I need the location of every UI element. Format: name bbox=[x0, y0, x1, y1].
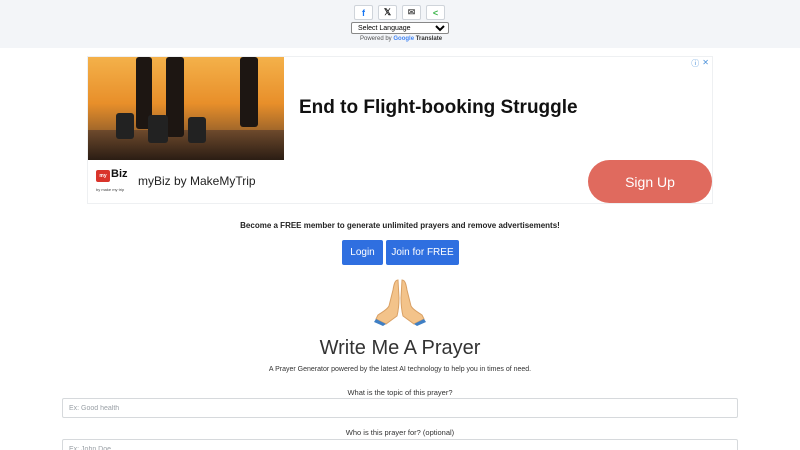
auth-buttons: Login Join for FREE bbox=[342, 240, 459, 265]
ad-close-icon[interactable]: ✕ bbox=[702, 58, 709, 69]
topic-input[interactable] bbox=[62, 398, 738, 418]
share-toolbar: f 𝕏 ✉ < Select Language Powered by Googl… bbox=[0, 0, 800, 48]
recipient-input[interactable] bbox=[62, 439, 738, 450]
ad-info-icon[interactable]: ⓘ bbox=[691, 58, 699, 69]
logo-word: Biz bbox=[111, 168, 128, 180]
ad-headline[interactable]: End to Flight-booking Struggle bbox=[299, 97, 578, 119]
mybiz-logo: my Biz by make my trip bbox=[94, 168, 130, 198]
email-share-icon[interactable]: ✉ bbox=[402, 5, 421, 20]
page-title: Write Me A Prayer bbox=[319, 337, 481, 359]
praying-hands-icon bbox=[374, 279, 426, 326]
google-logo: Google bbox=[393, 36, 415, 42]
language-select[interactable]: Select Language bbox=[351, 22, 449, 34]
ad-travel-photo bbox=[88, 57, 284, 160]
membership-message: Become a FREE member to generate unlimit… bbox=[240, 221, 560, 230]
logo-tag: my bbox=[96, 170, 110, 182]
x-share-icon[interactable]: 𝕏 bbox=[378, 5, 397, 20]
recipient-question-label: Who is this prayer for? (optional) bbox=[345, 428, 455, 437]
logo-byline: by make my trip bbox=[96, 187, 125, 192]
ad-brand-name[interactable]: myBiz by MakeMyTrip bbox=[138, 174, 256, 188]
advertisement[interactable]: End to Flight-booking Struggle my Biz by… bbox=[87, 56, 713, 204]
ad-controls: ⓘ ✕ bbox=[691, 58, 709, 69]
facebook-share-icon[interactable]: f bbox=[354, 5, 373, 20]
join-free-button[interactable]: Join for FREE bbox=[386, 240, 459, 265]
ad-sign-up-button[interactable]: Sign Up bbox=[588, 160, 712, 203]
share-icon[interactable]: < bbox=[426, 5, 445, 20]
login-button[interactable]: Login bbox=[342, 240, 383, 265]
google-translate-credit: Powered by Google Translate bbox=[360, 36, 442, 42]
page-subtitle: A Prayer Generator powered by the latest… bbox=[268, 366, 532, 373]
topic-question-label: What is the topic of this prayer? bbox=[347, 388, 453, 397]
translate-link[interactable]: Translate bbox=[416, 36, 442, 42]
powered-by-label: Powered by bbox=[360, 36, 392, 42]
share-buttons: f 𝕏 ✉ < bbox=[354, 5, 445, 20]
